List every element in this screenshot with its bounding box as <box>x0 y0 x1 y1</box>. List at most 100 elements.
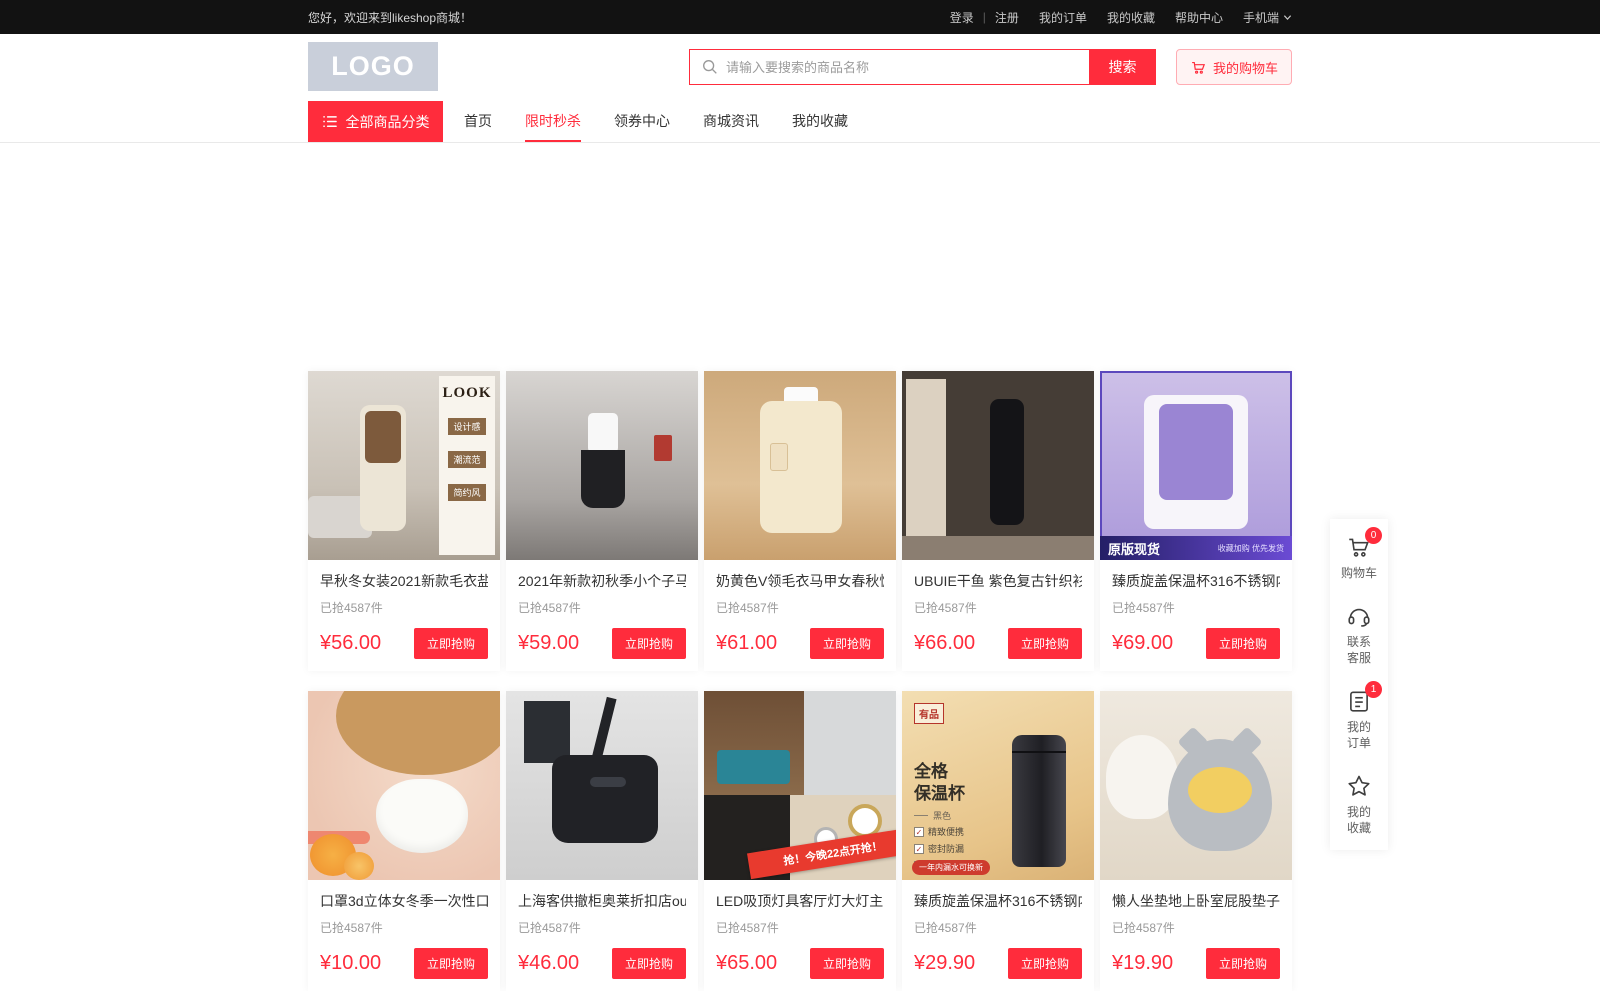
image-art <box>336 691 500 775</box>
image-text: LOOK <box>442 385 491 402</box>
product-card[interactable]: 口罩3d立体女冬季一次性口罩 已抢4587件 ¥10.00 立即抢购 <box>308 691 500 991</box>
buy-now-button[interactable]: 立即抢购 <box>1008 628 1082 659</box>
product-card[interactable]: UBUIE干鱼 紫色复古针织衫马... 已抢4587件 ¥66.00 立即抢购 <box>902 371 1094 671</box>
image-headline-line: 保温杯 <box>914 783 965 805</box>
sidebar-item-my-orders[interactable]: 1 我的 订单 <box>1346 688 1372 751</box>
product-card[interactable]: LOOK 设计感 潮流范 简约风 早秋冬女装2021新款毛衣盐系... 已抢45… <box>308 371 500 671</box>
mobile-dropdown-label: 手机端 <box>1243 9 1279 26</box>
orders-count-badge: 1 <box>1365 681 1382 698</box>
sidebar-item-cart[interactable]: 0 购物车 <box>1341 534 1377 581</box>
my-cart-label: 我的购物车 <box>1213 58 1278 77</box>
product-image[interactable] <box>506 371 698 560</box>
check-icon: ✓ <box>914 844 924 854</box>
product-title[interactable]: UBUIE干鱼 紫色复古针织衫马... <box>914 571 1082 591</box>
my-favorites-link[interactable]: 我的收藏 <box>1107 9 1155 26</box>
buy-now-button[interactable]: 立即抢购 <box>810 948 884 979</box>
product-sold-count: 已抢4587件 <box>1112 599 1280 616</box>
login-link[interactable]: 登录 <box>950 9 974 26</box>
product-image[interactable] <box>308 691 500 880</box>
product-card[interactable]: 2021年新款初秋季小个子马甲... 已抢4587件 ¥59.00 立即抢购 <box>506 371 698 671</box>
product-image[interactable] <box>902 371 1094 560</box>
sidebar-item-my-favorites[interactable]: 我的 收藏 <box>1346 773 1372 836</box>
buy-now-button[interactable]: 立即抢购 <box>1008 948 1082 979</box>
image-art <box>365 411 401 463</box>
product-title[interactable]: 懒人坐垫地上卧室屁股垫子办... <box>1112 891 1280 911</box>
product-price: ¥56.00 <box>320 632 381 655</box>
my-cart-button[interactable]: 我的购物车 <box>1176 49 1292 85</box>
register-link[interactable]: 注册 <box>995 9 1019 26</box>
buy-now-button[interactable]: 立即抢购 <box>810 628 884 659</box>
product-image[interactable]: 原版现货 收藏加购 优先发货 <box>1100 371 1292 560</box>
nav-item-home[interactable]: 首页 <box>464 100 492 142</box>
product-title[interactable]: 上海客供撤柜奥莱折扣店outlets <box>518 891 686 911</box>
image-text: 设计感 <box>448 418 485 435</box>
buy-now-button[interactable]: 立即抢购 <box>414 948 488 979</box>
nav-item-flash-sale[interactable]: 限时秒杀 <box>525 100 581 142</box>
product-title[interactable]: 臻质旋盖保温杯316不锈钢内胆... <box>914 891 1082 911</box>
buy-now-button[interactable]: 立即抢购 <box>1206 948 1280 979</box>
product-card[interactable]: 奶黄色V领毛衣马甲女春秋慵懒... 已抢4587件 ¥61.00 立即抢购 <box>704 371 896 671</box>
sidebar-item-customer-service[interactable]: 联系 客服 <box>1346 603 1372 666</box>
image-art <box>590 777 626 787</box>
product-title[interactable]: 口罩3d立体女冬季一次性口罩 <box>320 891 488 911</box>
search-icon <box>701 58 719 76</box>
product-image[interactable] <box>704 371 896 560</box>
topbar-links: 登录 | 注册 我的订单 我的收藏 帮助中心 手机端 <box>950 9 1292 26</box>
search-input[interactable] <box>689 49 1089 85</box>
topbar: 您好，欢迎来到likeshop商城！ 登录 | 注册 我的订单 我的收藏 帮助中… <box>0 0 1600 34</box>
image-side-strip: LOOK 设计感 潮流范 简约风 <box>439 376 495 555</box>
buy-now-button[interactable]: 立即抢购 <box>612 628 686 659</box>
product-price: ¥59.00 <box>518 632 579 655</box>
product-sold-count: 已抢4587件 <box>914 599 1082 616</box>
product-title[interactable]: 早秋冬女装2021新款毛衣盐系... <box>320 571 488 591</box>
product-image[interactable]: LOOK 设计感 潮流范 简约风 <box>308 371 500 560</box>
image-art <box>902 536 1094 560</box>
image-banner-text: 原版现货 <box>1108 539 1160 558</box>
header: LOGO 搜索 我的购物车 <box>0 34 1600 100</box>
nav-item-mall-news[interactable]: 商城资讯 <box>703 100 759 142</box>
product-price: ¥65.00 <box>716 952 777 975</box>
product-price: ¥46.00 <box>518 952 579 975</box>
product-price: ¥66.00 <box>914 632 975 655</box>
product-title[interactable]: 奶黄色V领毛衣马甲女春秋慵懒... <box>716 571 884 591</box>
floating-sidebar: 0 购物车 联系 客服 1 我的 订单 <box>1330 519 1388 850</box>
help-center-link[interactable]: 帮助中心 <box>1175 9 1223 26</box>
product-image[interactable] <box>506 691 698 880</box>
nav-links: 首页 限时秒杀 领券中心 商城资讯 我的收藏 <box>464 100 848 142</box>
image-art <box>770 443 788 471</box>
product-image[interactable]: 抢！今晚22点开抢！ <box>704 691 896 880</box>
product-price: ¥10.00 <box>320 952 381 975</box>
product-title[interactable]: 臻质旋盖保温杯316不锈钢内胆... <box>1112 571 1280 591</box>
product-card[interactable]: 抢！今晚22点开抢！ LED吸顶灯具客厅灯大灯主卧... 已抢4587件 ¥65… <box>704 691 896 991</box>
link-separator: | <box>983 10 986 24</box>
my-orders-link[interactable]: 我的订单 <box>1039 9 1087 26</box>
image-feature: 密封防漏 <box>928 842 964 855</box>
product-card[interactable]: 原版现货 收藏加购 优先发货 臻质旋盖保温杯316不锈钢内胆... 已抢4587… <box>1100 371 1292 671</box>
buy-now-button[interactable]: 立即抢购 <box>414 628 488 659</box>
search-bar: 搜索 <box>689 49 1156 85</box>
product-card[interactable]: 上海客供撤柜奥莱折扣店outlets 已抢4587件 ¥46.00 立即抢购 <box>506 691 698 991</box>
image-color-label: 黑色 <box>914 809 951 822</box>
image-brand-badge: 有品 <box>914 703 944 724</box>
image-art <box>552 755 658 843</box>
sidebar-item-label: 我的 <box>1347 804 1371 820</box>
product-title[interactable]: 2021年新款初秋季小个子马甲... <box>518 571 686 591</box>
mobile-dropdown[interactable]: 手机端 <box>1243 9 1292 26</box>
all-categories-button[interactable]: 全部商品分类 <box>308 101 443 142</box>
product-title[interactable]: LED吸顶灯具客厅灯大灯主卧... <box>716 891 884 911</box>
product-image[interactable] <box>1100 691 1292 880</box>
nav-item-coupon-center[interactable]: 领券中心 <box>614 100 670 142</box>
product-card[interactable]: 有品 全格 保温杯 黑色 ✓精致便携 ✓密封防漏 ✓316不锈钢 一年内漏水可换… <box>902 691 1094 991</box>
headset-icon <box>1346 603 1372 629</box>
site-logo[interactable]: LOGO <box>308 42 438 91</box>
buy-now-button[interactable]: 立即抢购 <box>612 948 686 979</box>
sidebar-item-label: 收藏 <box>1347 820 1371 836</box>
category-list-icon <box>322 114 337 129</box>
chevron-down-icon <box>1283 13 1292 22</box>
search-button[interactable]: 搜索 <box>1089 49 1156 85</box>
nav-item-my-favorites[interactable]: 我的收藏 <box>792 100 848 142</box>
buy-now-button[interactable]: 立即抢购 <box>1206 628 1280 659</box>
product-card[interactable]: 懒人坐垫地上卧室屁股垫子办... 已抢4587件 ¥19.90 立即抢购 <box>1100 691 1292 991</box>
product-image[interactable]: 有品 全格 保温杯 黑色 ✓精致便携 ✓密封防漏 ✓316不锈钢 一年内漏水可换… <box>902 691 1094 880</box>
product-sold-count: 已抢4587件 <box>716 919 884 936</box>
